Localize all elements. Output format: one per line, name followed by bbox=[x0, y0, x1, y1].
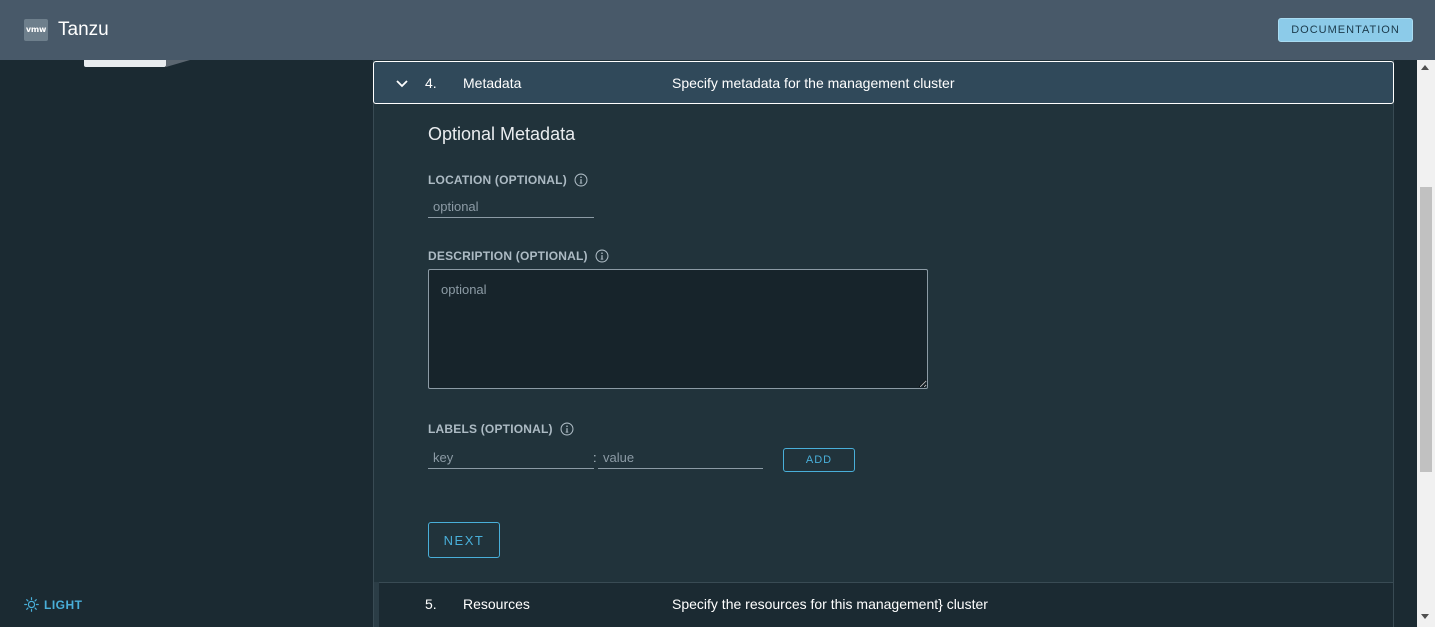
scrollbar-thumb[interactable] bbox=[1420, 187, 1432, 472]
theme-toggle-label: LIGHT bbox=[44, 597, 83, 612]
labels-label-text: LABELS (OPTIONAL) bbox=[428, 422, 553, 436]
step-description: Specify the resources for this managemen… bbox=[672, 596, 988, 612]
section-title: Optional Metadata bbox=[428, 124, 576, 144]
step-title: Resources bbox=[463, 596, 530, 612]
theme-toggle[interactable]: LIGHT bbox=[24, 597, 83, 612]
app-title: Tanzu bbox=[58, 19, 109, 40]
step-number: 5. bbox=[425, 596, 437, 612]
documentation-button[interactable]: DOCUMENTATION bbox=[1278, 18, 1413, 42]
illustration-shape-light bbox=[84, 60, 166, 67]
step-description: Specify metadata for the management clus… bbox=[672, 75, 955, 91]
description-label: DESCRIPTION (OPTIONAL) bbox=[428, 249, 609, 263]
step-number: 4. bbox=[425, 75, 437, 91]
location-label: LOCATION (OPTIONAL) bbox=[428, 173, 588, 187]
info-icon[interactable] bbox=[560, 422, 574, 436]
labels-label: LABELS (OPTIONAL) bbox=[428, 422, 574, 436]
location-label-text: LOCATION (OPTIONAL) bbox=[428, 173, 567, 187]
vmware-logo: vmw bbox=[24, 19, 48, 41]
scroll-down-arrow[interactable] bbox=[1421, 614, 1429, 619]
info-icon[interactable] bbox=[574, 173, 588, 187]
illustration-shape-dark bbox=[166, 60, 190, 67]
chevron-down-icon bbox=[396, 80, 408, 88]
info-icon[interactable] bbox=[595, 249, 609, 263]
label-key-input[interactable] bbox=[428, 447, 594, 469]
sidebar bbox=[0, 60, 372, 627]
step-title: Metadata bbox=[463, 75, 522, 91]
location-input[interactable] bbox=[428, 196, 594, 218]
add-label-button[interactable]: ADD bbox=[783, 448, 855, 472]
sun-icon bbox=[24, 597, 39, 612]
step-indicator-bar bbox=[374, 582, 379, 627]
label-separator: : bbox=[593, 450, 597, 465]
app-header: vmw Tanzu DOCUMENTATION bbox=[0, 0, 1435, 60]
description-label-text: DESCRIPTION (OPTIONAL) bbox=[428, 249, 588, 263]
description-textarea[interactable] bbox=[428, 269, 928, 389]
label-value-input[interactable] bbox=[598, 447, 763, 469]
next-button[interactable]: NEXT bbox=[428, 522, 500, 558]
scroll-up-arrow[interactable] bbox=[1421, 65, 1429, 70]
sidebar-illustration bbox=[84, 60, 190, 67]
